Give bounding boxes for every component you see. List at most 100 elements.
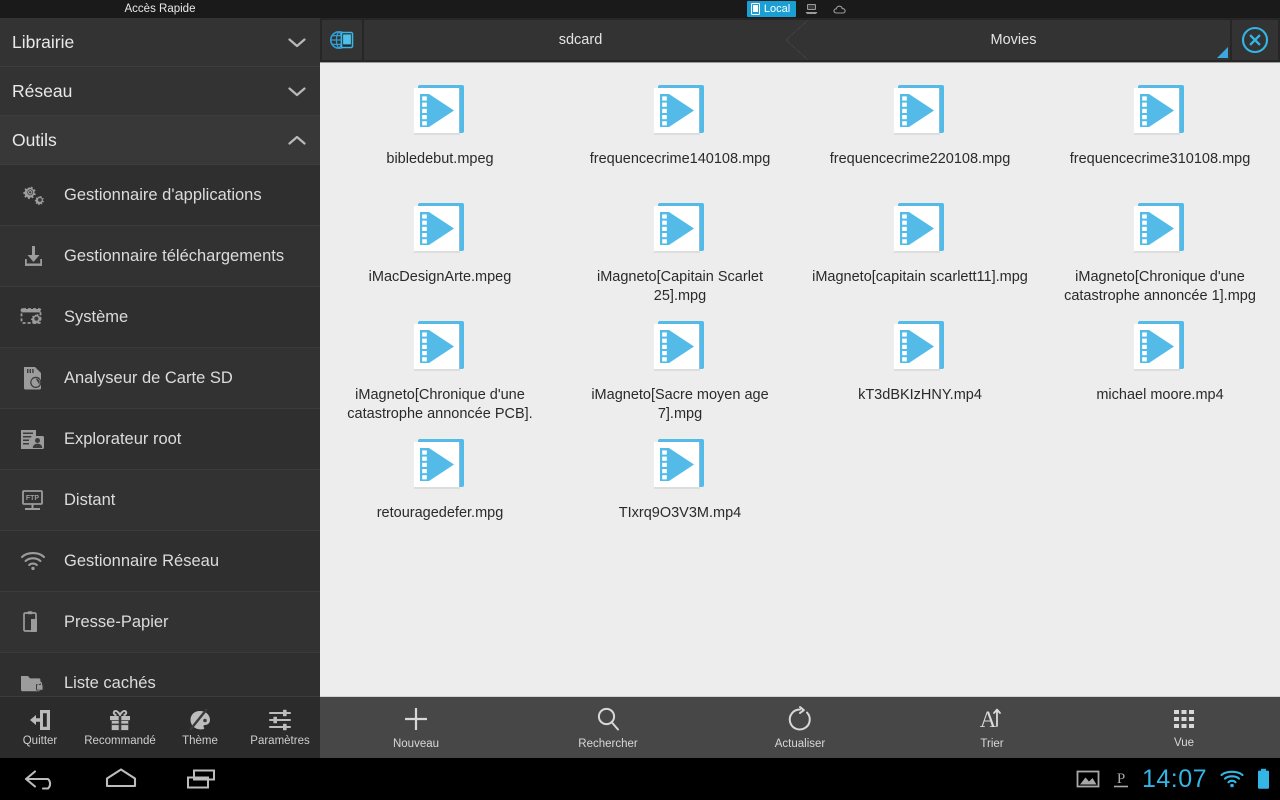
android-navigation-bar: P 14:07 (0, 758, 1280, 800)
breadcrumb-home-button[interactable] (322, 20, 362, 60)
plus-icon (405, 708, 427, 730)
video-file-icon (889, 79, 951, 141)
recents-icon[interactable] (182, 766, 220, 792)
video-file-icon (649, 315, 711, 377)
sidebar-item-clipboard[interactable]: Presse-Papier (0, 592, 320, 653)
video-file-icon (409, 433, 471, 495)
sidebar-group-librairie[interactable]: Librairie (0, 18, 320, 67)
sidebar-group-librairie-label: Librairie (12, 31, 75, 52)
sidebar-item-network-manager[interactable]: Gestionnaire Réseau (0, 531, 320, 592)
sidebar-item-remote-label: Distant (64, 490, 116, 509)
view-button-label: Vue (1173, 737, 1195, 749)
sliders-icon (268, 709, 291, 731)
file-item[interactable]: iMagneto[Capitain Scarlet 25].mpg (560, 191, 800, 309)
location-tab-lan[interactable] (801, 1, 824, 17)
sidebar-item-sd-analyzer[interactable]: Analyseur de Carte SD (0, 348, 320, 409)
exit-door-icon (29, 710, 50, 730)
root-explorer-icon (16, 424, 50, 454)
video-file-icon (1129, 79, 1191, 141)
sidebar-group-outils[interactable]: Outils (0, 116, 320, 165)
file-item[interactable]: iMagneto[Sacre moyen age 7].mpg (560, 309, 800, 427)
file-item[interactable]: bibledebut.mpeg (320, 73, 560, 191)
close-circle-icon (1241, 26, 1269, 54)
quit-button-label: Quitter (22, 735, 58, 747)
file-item[interactable]: frequencecrime140108.mpg (560, 73, 800, 191)
file-item[interactable]: iMagneto[capitain scarlett11].mpg (800, 191, 1040, 309)
refresh-icon (788, 706, 811, 731)
file-item[interactable]: retouragedefer.mpg (320, 427, 560, 545)
parking-p-icon[interactable]: P (1112, 768, 1130, 790)
file-list-area[interactable]: bibledebut.mpeg frequencecrime140108.mpg f… (320, 62, 1280, 714)
recommend-button[interactable]: Recommandé (80, 697, 160, 758)
file-item[interactable]: TIxrq9O3V3M.mp4 (560, 427, 800, 545)
file-item[interactable]: frequencecrime310108.mpg (1040, 73, 1280, 191)
sidebar: Librairie Réseau Outils Gestionnaire d'a… (0, 18, 320, 758)
new-button[interactable]: Nouveau (320, 697, 512, 758)
sidebar-group-reseau[interactable]: Réseau (0, 67, 320, 116)
sort-alpha-icon: A (980, 707, 1001, 732)
file-name-label: michael moore.mp4 (1096, 387, 1224, 403)
theme-button[interactable]: Thème (160, 697, 240, 758)
sidebar-item-clipboard-label: Presse-Papier (64, 612, 169, 631)
home-icon[interactable] (102, 766, 140, 792)
sidebar-title: Accès Rapide (124, 3, 196, 15)
back-icon[interactable] (22, 766, 60, 792)
breadcrumb-item-sdcard[interactable]: sdcard (364, 20, 797, 60)
globe-tablet-icon (329, 30, 354, 50)
location-tab-local[interactable]: Local (746, 1, 797, 17)
refresh-button[interactable]: Actualiser (704, 697, 896, 758)
sort-button[interactable]: A Trier (896, 697, 1088, 758)
video-file-icon (649, 197, 711, 259)
video-file-icon (409, 315, 471, 377)
video-file-icon (889, 197, 951, 259)
sidebar-group-reseau-label: Réseau (12, 80, 73, 101)
sidebar-item-root-explorer[interactable]: Explorateur root (0, 409, 320, 470)
refresh-button-label: Actualiser (774, 738, 826, 750)
sort-button-label: Trier (980, 738, 1004, 750)
chevron-down-icon (288, 37, 306, 47)
file-item[interactable]: michael moore.mp4 (1040, 309, 1280, 427)
screenshot-image-icon[interactable] (1076, 769, 1100, 789)
file-item[interactable]: frequencecrime220108.mpg (800, 73, 1040, 191)
svg-text:P: P (1117, 771, 1125, 787)
video-file-icon (889, 315, 951, 377)
file-name-label: frequencecrime220108.mpg (829, 151, 1011, 167)
location-tab-cloud[interactable] (829, 1, 853, 17)
breadcrumb-bar: sdcard Movies (320, 18, 1280, 62)
sidebar-item-app-manager[interactable]: Gestionnaire d'applications (0, 165, 320, 226)
breadcrumb-track: sdcard Movies (364, 20, 1230, 60)
sidebar-item-system[interactable]: Système (0, 287, 320, 348)
file-name-label: frequencecrime310108.mpg (1069, 151, 1251, 167)
file-name-label: kT3dBKIzHNY.mp4 (858, 387, 982, 403)
file-name-label: iMagneto[capitain scarlett11].mpg (812, 269, 1028, 285)
quit-button[interactable]: Quitter (0, 697, 80, 758)
new-button-label: Nouveau (392, 738, 440, 750)
file-item[interactable]: kT3dBKIzHNY.mp4 (800, 309, 1040, 427)
video-file-icon (649, 79, 711, 141)
sidebar-item-hidden-list-label: Liste cachés (64, 673, 156, 692)
main-panel: sdcard Movies bibledebut.mpeg frequencecr… (320, 18, 1280, 758)
resize-corner-handle[interactable] (1217, 47, 1228, 58)
file-name-label: iMagneto[Capitain Scarlet 25].mpg (596, 269, 764, 304)
breadcrumb-item-movies[interactable]: Movies (786, 20, 1230, 60)
cloud-icon (833, 5, 846, 14)
video-file-icon (1129, 315, 1191, 377)
file-name-label: iMacDesignArte.mpeg (368, 269, 512, 285)
gears-icon (16, 180, 50, 210)
sidebar-item-download-manager[interactable]: Gestionnaire téléchargements (0, 226, 320, 287)
location-tab-bar: Local (320, 0, 1280, 18)
download-icon (16, 241, 50, 271)
settings-button-label: Paramètres (250, 735, 310, 747)
close-tab-button[interactable] (1232, 20, 1278, 60)
sidebar-item-system-label: Système (64, 307, 129, 326)
settings-button[interactable]: Paramètres (240, 697, 320, 758)
video-file-icon (409, 79, 471, 141)
file-item[interactable]: iMacDesignArte.mpeg (320, 191, 560, 309)
main-bottom-toolbar: Nouveau Rechercher Actualiser A Trier Vu… (320, 696, 1280, 758)
svg-text:A: A (980, 707, 997, 732)
file-item[interactable]: iMagneto[Chronique d'une catastrophe ann… (320, 309, 560, 427)
sidebar-item-remote[interactable]: FTP Distant (0, 470, 320, 531)
file-item[interactable]: iMagneto[Chronique d'une catastrophe ann… (1040, 191, 1280, 309)
view-button[interactable]: Vue (1088, 697, 1280, 758)
search-button[interactable]: Rechercher (512, 697, 704, 758)
